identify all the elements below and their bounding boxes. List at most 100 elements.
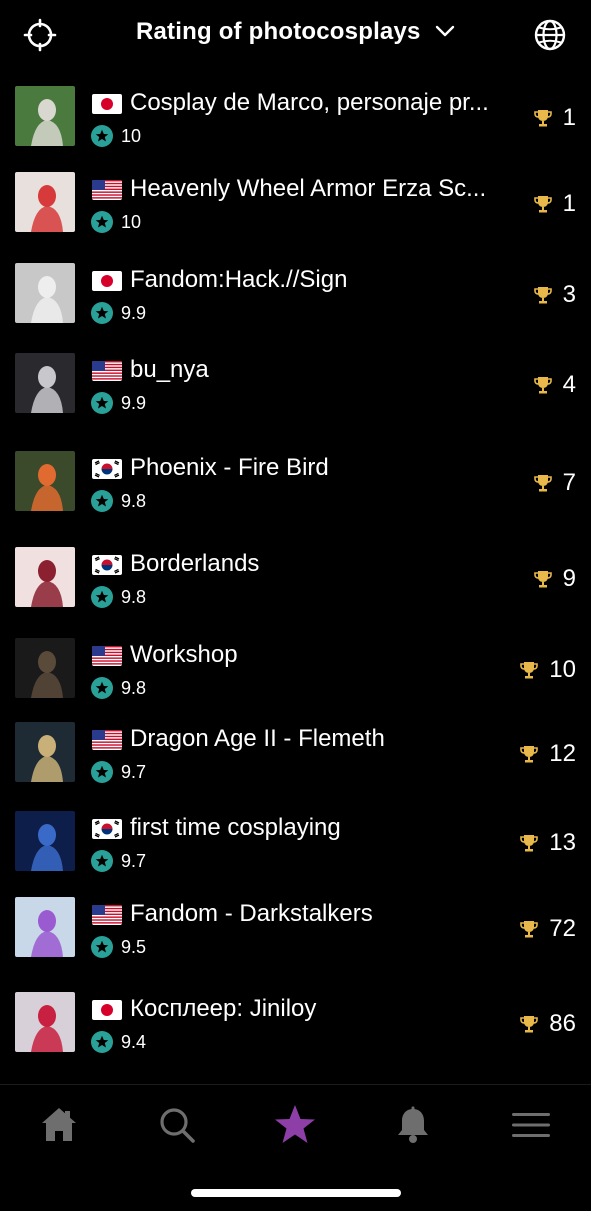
rank-value: 12 bbox=[549, 740, 576, 767]
score-value: 9.8 bbox=[121, 491, 147, 511]
cosplay-thumbnail[interactable] bbox=[15, 172, 75, 232]
flag-kr-icon bbox=[92, 459, 122, 479]
trophy-icon bbox=[533, 473, 553, 493]
cosplay-thumbnail[interactable] bbox=[15, 263, 75, 323]
rank: 1 bbox=[533, 104, 576, 132]
bell-icon[interactable] bbox=[391, 1103, 435, 1147]
trophy-icon bbox=[533, 108, 553, 128]
rank-value: 9 bbox=[562, 565, 576, 592]
rank: 7 bbox=[533, 469, 576, 497]
rank-value: 10 bbox=[549, 656, 576, 683]
rank: 12 bbox=[519, 740, 576, 768]
score-value: 9.8 bbox=[121, 678, 147, 698]
rank-value: 72 bbox=[549, 915, 576, 942]
cosplay-thumbnail[interactable] bbox=[15, 353, 75, 413]
rank-value: 7 bbox=[562, 469, 576, 496]
item-title: Cosplay de Marco, personaje pr... bbox=[130, 89, 489, 116]
item-title: Косплеер: Jiniloy bbox=[130, 995, 317, 1022]
list-item[interactable]: Fandom - Darkstalkers 9.5 72 bbox=[0, 895, 591, 975]
trophy-icon bbox=[519, 744, 539, 764]
item-title: Heavenly Wheel Armor Erza Sc... bbox=[130, 175, 487, 202]
score-value: 10 bbox=[121, 126, 142, 146]
rank: 10 bbox=[519, 656, 576, 684]
item-title: Fandom:Hack.//Sign bbox=[130, 266, 348, 293]
star-badge-icon bbox=[91, 1031, 113, 1053]
rank: 72 bbox=[519, 915, 576, 943]
menu-icon[interactable] bbox=[509, 1103, 553, 1147]
cosplay-thumbnail[interactable] bbox=[15, 992, 75, 1052]
score-value: 10 bbox=[121, 212, 142, 232]
cosplay-thumbnail[interactable] bbox=[15, 638, 75, 698]
star-badge-icon bbox=[91, 850, 113, 872]
trophy-icon bbox=[519, 1014, 539, 1034]
score-value: 9.8 bbox=[121, 587, 147, 607]
list-item[interactable]: Phoenix - Fire Bird 9.8 7 bbox=[0, 449, 591, 529]
chevron-down-icon bbox=[435, 24, 455, 42]
list-item[interactable]: Workshop 9.8 10 bbox=[0, 636, 591, 716]
score-value: 9.9 bbox=[121, 303, 147, 323]
cosplay-thumbnail[interactable] bbox=[15, 811, 75, 871]
flag-jp-icon bbox=[92, 94, 122, 114]
list-item[interactable]: Cosplay de Marco, personaje pr... 10 1 bbox=[0, 84, 591, 164]
item-title: first time cosplaying bbox=[130, 814, 341, 841]
cosplay-thumbnail[interactable] bbox=[15, 897, 75, 957]
trophy-icon bbox=[533, 285, 553, 305]
score-value: 9.5 bbox=[121, 937, 147, 957]
trophy-icon bbox=[519, 919, 539, 939]
star-badge-icon bbox=[91, 490, 113, 512]
star-badge-icon bbox=[91, 677, 113, 699]
rank: 4 bbox=[533, 371, 576, 399]
flag-jp-icon bbox=[92, 271, 122, 291]
rank: 13 bbox=[519, 829, 576, 857]
score-value: 9.7 bbox=[121, 851, 147, 871]
list-item[interactable]: Borderlands 9.8 9 bbox=[0, 545, 591, 625]
list-item[interactable]: first time cosplaying 9.7 13 bbox=[0, 809, 591, 889]
item-title: bu_nya bbox=[130, 356, 209, 383]
trophy-icon bbox=[519, 833, 539, 853]
title-dropdown[interactable]: Rating of photocosplays bbox=[0, 18, 591, 46]
star-badge-icon bbox=[91, 392, 113, 414]
flag-us-icon bbox=[92, 361, 122, 381]
rank-value: 1 bbox=[562, 104, 576, 131]
rank: 9 bbox=[533, 565, 576, 593]
cosplay-thumbnail[interactable] bbox=[15, 547, 75, 607]
star-badge-icon bbox=[91, 586, 113, 608]
globe-icon[interactable] bbox=[532, 17, 568, 53]
list-item[interactable]: Косплеер: Jiniloy 9.4 86 bbox=[0, 990, 591, 1070]
search-icon[interactable] bbox=[155, 1103, 199, 1147]
rank-value: 3 bbox=[562, 281, 576, 308]
cosplay-thumbnail[interactable] bbox=[15, 86, 75, 146]
flag-kr-icon bbox=[92, 819, 122, 839]
flag-us-icon bbox=[92, 730, 122, 750]
rank: 86 bbox=[519, 1010, 576, 1038]
flag-jp-icon bbox=[92, 1000, 122, 1020]
score-value: 9.7 bbox=[121, 762, 147, 782]
rank-value: 4 bbox=[562, 371, 576, 398]
page-title: Rating of photocosplays bbox=[135, 18, 421, 45]
trophy-icon bbox=[533, 194, 553, 214]
list-item[interactable]: bu_nya 9.9 4 bbox=[0, 351, 591, 431]
header: Rating of photocosplays bbox=[0, 0, 591, 72]
flag-us-icon bbox=[92, 646, 122, 666]
item-title: Workshop bbox=[130, 641, 238, 668]
star-badge-icon bbox=[91, 761, 113, 783]
star-icon[interactable] bbox=[273, 1103, 317, 1147]
trophy-icon bbox=[533, 569, 553, 589]
rank-value: 1 bbox=[562, 190, 576, 217]
cosplay-thumbnail[interactable] bbox=[15, 722, 75, 782]
list-item[interactable]: Dragon Age II - Flemeth 9.7 12 bbox=[0, 720, 591, 800]
star-badge-icon bbox=[91, 936, 113, 958]
item-title: Borderlands bbox=[130, 550, 260, 577]
flag-us-icon bbox=[92, 905, 122, 925]
score-value: 9.4 bbox=[121, 1032, 147, 1052]
home-indicator bbox=[191, 1189, 401, 1197]
home-icon[interactable] bbox=[37, 1103, 81, 1147]
list-item[interactable]: Heavenly Wheel Armor Erza Sc... 10 1 bbox=[0, 170, 591, 250]
rank-value: 13 bbox=[549, 829, 576, 856]
star-badge-icon bbox=[91, 125, 113, 147]
rank: 3 bbox=[533, 281, 576, 309]
trophy-icon bbox=[519, 660, 539, 680]
cosplay-thumbnail[interactable] bbox=[15, 451, 75, 511]
star-badge-icon bbox=[91, 211, 113, 233]
list-item[interactable]: Fandom:Hack.//Sign 9.9 3 bbox=[0, 261, 591, 341]
